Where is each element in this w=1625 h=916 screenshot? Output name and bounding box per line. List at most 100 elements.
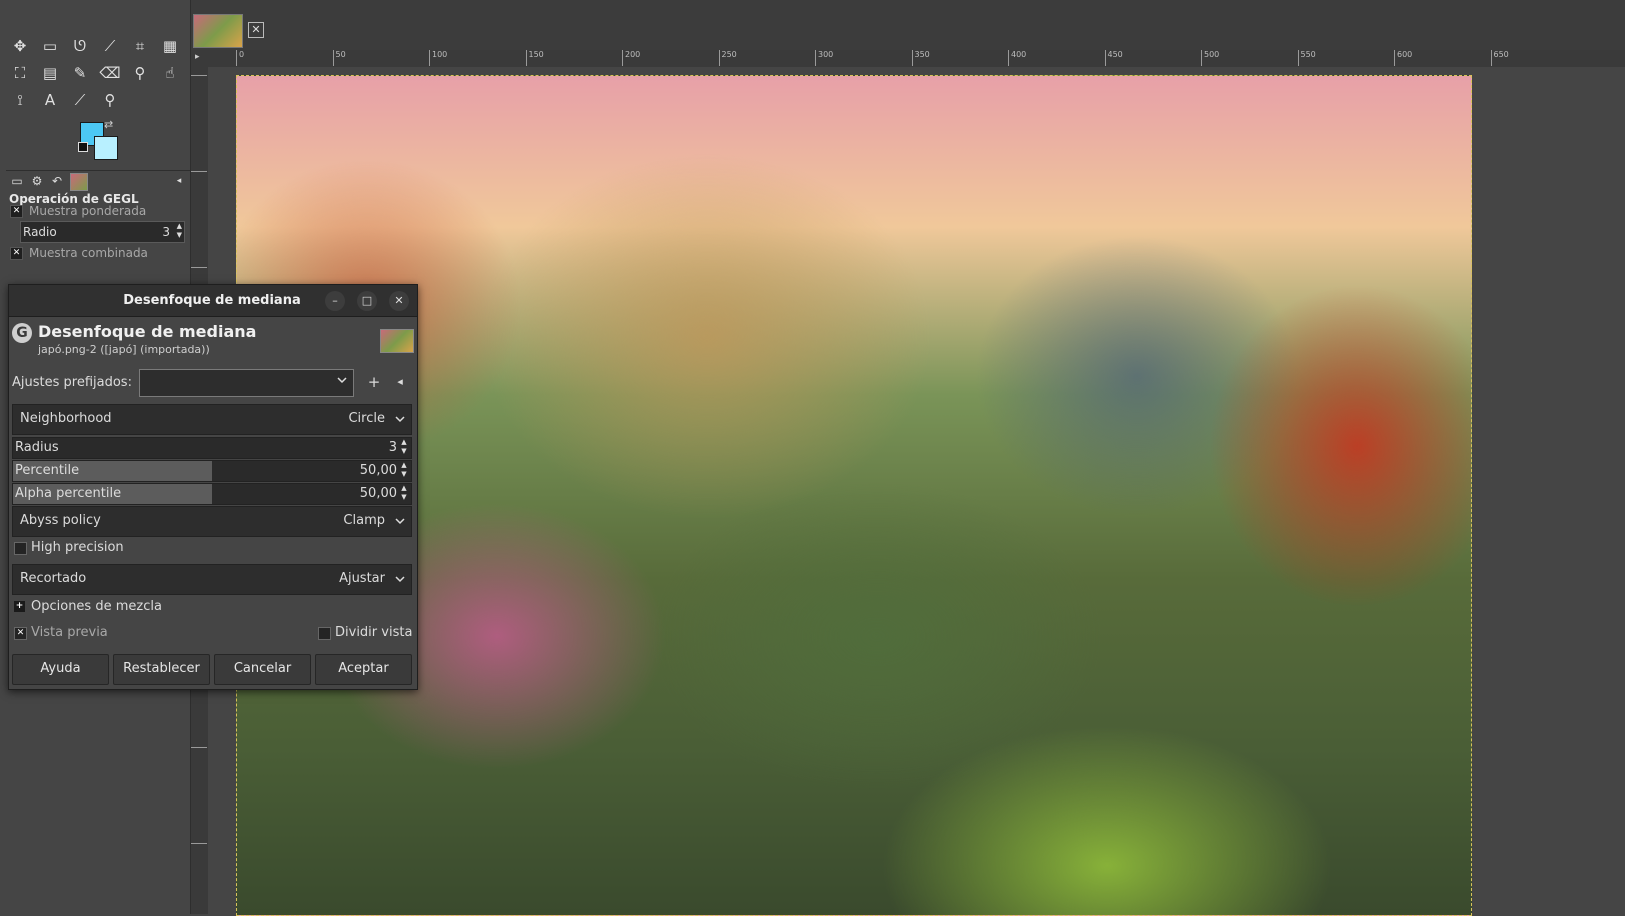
merged-sample-checkbox[interactable]: ✕	[10, 246, 23, 260]
clone-icon[interactable]: ⚲	[127, 60, 153, 86]
horizontal-ruler[interactable]: 0 50 100 150 200 250 300 350 400 450 500 550 600 650	[208, 50, 1625, 68]
image-tab-thumbnail[interactable]	[193, 14, 243, 48]
default-colors-icon[interactable]	[78, 142, 88, 152]
help-button[interactable]: Ayuda	[12, 654, 109, 685]
preset-menu-icon[interactable]: ◂	[391, 373, 409, 391]
weighted-sample-checkbox[interactable]: ✕	[10, 204, 23, 218]
percentile-spinscale[interactable]: Percentile 50,00 ▲ ▼	[12, 460, 412, 482]
merged-sample-label: Muestra combinada	[29, 246, 148, 260]
dock-menu-icon[interactable]: ◂	[170, 173, 188, 189]
close-tab-icon[interactable]: ✕	[248, 22, 264, 38]
neighborhood-value: Circle	[348, 411, 385, 426]
ruler-tick-label: 300	[815, 50, 833, 66]
cancel-button[interactable]: Cancelar	[214, 654, 311, 685]
dialog-window-title: Desenfoque de mediana	[123, 293, 301, 308]
maximize-icon[interactable]: □	[357, 291, 377, 311]
clipping-label: Recortado	[20, 571, 87, 586]
presets-label: Ajustes prefijados:	[12, 375, 132, 390]
ruler-tick-mark	[191, 747, 207, 749]
weighted-sample-option[interactable]: ✕ Muestra ponderada	[10, 204, 146, 218]
paths-icon[interactable]: ⟟	[7, 87, 33, 113]
ruler-tick-mark	[191, 171, 207, 173]
tool-options-tab-icon[interactable]: ▭	[8, 173, 26, 189]
fuzzy-select-icon[interactable]: ⟋	[97, 33, 123, 59]
image-canvas[interactable]	[236, 75, 1472, 916]
chevron-down-icon	[395, 576, 405, 583]
device-status-tab-icon[interactable]: ⚙	[28, 173, 46, 189]
preview-checkbox[interactable]: ✕	[14, 627, 27, 640]
radius-value: 3	[388, 440, 397, 455]
dock-tabs: ▭ ⚙ ↶ ◂	[6, 170, 190, 191]
ruler-tick-label: 350	[911, 50, 930, 66]
radius-option-label: Radio	[23, 225, 57, 239]
neighborhood-combo[interactable]: Neighborhood Circle	[12, 404, 412, 435]
alpha-percentile-spinner-icon[interactable]: ▲ ▼	[399, 484, 409, 504]
ruler-corner[interactable]: ▸	[191, 50, 208, 67]
radius-option-spinner-icon[interactable]: ▲ ▼	[177, 222, 182, 240]
abyss-policy-combo[interactable]: Abyss policy Clamp	[12, 506, 412, 537]
background-color-swatch[interactable]	[94, 136, 118, 160]
reset-button[interactable]: Restablecer	[113, 654, 210, 685]
percentile-value: 50,00	[359, 463, 397, 478]
alpha-percentile-spinscale[interactable]: Alpha percentile 50,00 ▲ ▼	[12, 483, 412, 505]
unified-transform-icon[interactable]: ▦	[157, 33, 183, 59]
zoom-icon[interactable]: ⚲	[97, 87, 123, 113]
crop-icon[interactable]: ⌗	[127, 33, 153, 59]
ruler-tick-label: 400	[1008, 50, 1026, 66]
ruler-tick-label: 600	[1394, 50, 1412, 66]
undo-history-tab-icon[interactable]: ↶	[48, 173, 66, 189]
percentile-spinner-icon[interactable]: ▲ ▼	[399, 461, 409, 481]
expand-icon[interactable]: +	[14, 601, 25, 612]
gegl-icon: G	[12, 323, 32, 343]
dialog-header-subtitle: japó.png-2 ([japó] (importada))	[38, 343, 210, 356]
ruler-tick-label: 550	[1297, 50, 1316, 66]
dialog-header-title: Desenfoque de mediana	[38, 322, 257, 341]
images-tab-icon[interactable]	[70, 173, 88, 191]
weighted-sample-label: Muestra ponderada	[29, 204, 147, 218]
percentile-label: Percentile	[15, 463, 80, 478]
high-precision-label: High precision	[31, 540, 124, 555]
ruler-tick-label: 100	[429, 50, 447, 66]
image-tab-strip	[191, 10, 1625, 50]
chevron-down-icon	[337, 377, 347, 384]
high-precision-checkbox[interactable]	[14, 542, 27, 555]
dialog-titlebar[interactable]: Desenfoque de mediana – □ ✕	[9, 285, 417, 317]
neighborhood-label: Neighborhood	[20, 411, 112, 426]
add-preset-icon[interactable]: +	[365, 373, 383, 391]
radius-spinner-icon[interactable]: ▲ ▼	[399, 438, 409, 458]
close-icon[interactable]: ✕	[389, 291, 409, 311]
swap-colors-icon[interactable]: ⇄	[104, 118, 113, 131]
quick-mask-icon[interactable]: ▸	[195, 52, 200, 62]
alpha-percentile-label: Alpha percentile	[15, 486, 122, 501]
blend-options-expander[interactable]: Opciones de mezcla	[31, 599, 162, 614]
ruler-tick-label: 500	[1201, 50, 1219, 66]
bucket-fill-icon[interactable]: ⛶	[7, 60, 33, 86]
top-strip	[0, 0, 1625, 10]
eraser-icon[interactable]: ⌫	[97, 60, 123, 86]
radius-spinscale[interactable]: Radius 3 ▲ ▼	[12, 437, 412, 459]
paintbrush-icon[interactable]: ✎	[67, 60, 93, 86]
ruler-tick-label: 250	[718, 50, 737, 66]
move-icon[interactable]: ✥	[7, 33, 33, 59]
presets-combo[interactable]	[139, 369, 354, 397]
ok-button[interactable]: Aceptar	[315, 654, 412, 685]
free-select-icon[interactable]: ᘎ	[67, 33, 93, 59]
chevron-down-icon	[395, 416, 405, 423]
preview-label: Vista previa	[31, 625, 108, 640]
ruler-tick-label: 450	[1104, 50, 1123, 66]
merged-sample-option[interactable]: ✕ Muestra combinada	[10, 246, 148, 260]
radius-option-value: 3	[162, 225, 170, 239]
minimize-icon[interactable]: –	[325, 291, 345, 311]
ruler-tick-mark	[191, 843, 207, 845]
rect-select-icon[interactable]: ▭	[37, 33, 63, 59]
smudge-icon[interactable]: ☝	[157, 60, 183, 86]
split-view-checkbox[interactable]	[318, 627, 331, 640]
text-icon[interactable]: A	[37, 87, 63, 113]
alpha-percentile-value: 50,00	[359, 486, 397, 501]
gradient-icon[interactable]: ▤	[37, 60, 63, 86]
ruler-tick-mark	[191, 267, 207, 269]
radius-option-field[interactable]: Radio 3 ▲ ▼	[20, 221, 185, 243]
clipping-combo[interactable]: Recortado Ajustar	[12, 564, 412, 595]
color-picker-icon[interactable]: ⟋	[67, 87, 93, 113]
clipping-value: Ajustar	[339, 571, 385, 586]
